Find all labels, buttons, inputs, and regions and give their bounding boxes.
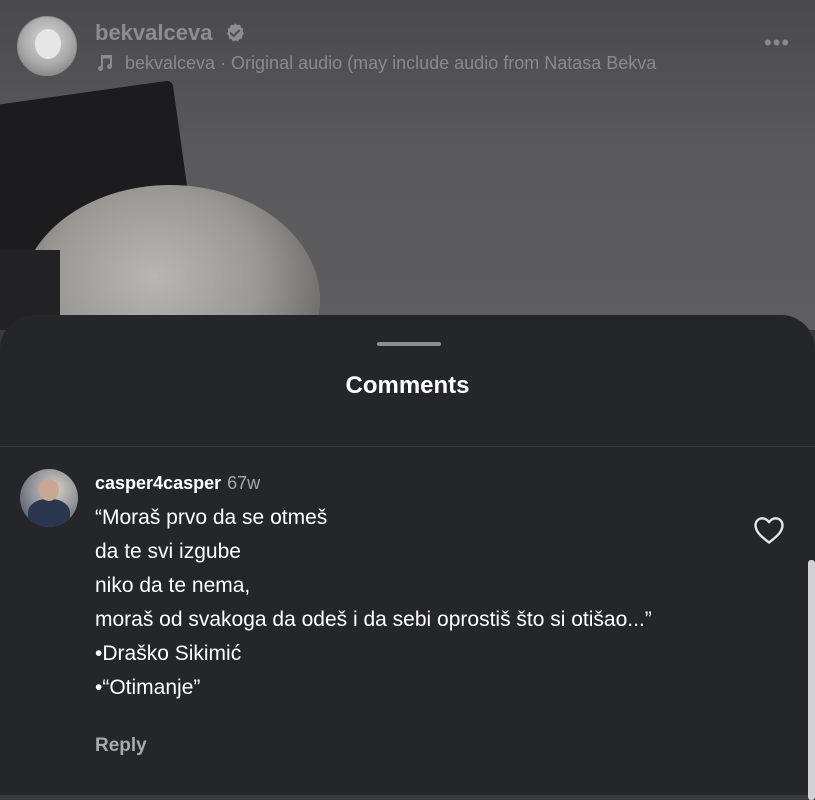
commenter-username[interactable]: casper4casper [95, 473, 221, 493]
verified-badge-icon [226, 23, 245, 42]
audio-text: bekvalceva · Original audio (may include… [125, 53, 657, 73]
profile-avatar[interactable] [17, 16, 77, 76]
comments-sheet: Comments casper4casper 67w “Moraš prvo da… [0, 315, 815, 800]
commenter-avatar[interactable] [20, 469, 78, 527]
comment-line: •Draško Sikimić [95, 642, 242, 665]
divider [0, 446, 815, 447]
sheet-title: Comments [345, 372, 470, 399]
avatar-face [35, 29, 61, 59]
comment-line: moraš od svakoga da odeš i da sebi opros… [95, 608, 652, 631]
sheet-drag-handle[interactable] [377, 342, 441, 346]
scrollbar[interactable] [808, 560, 815, 800]
post-header: bekvalceva bekvalceva · Original audio (… [0, 0, 815, 90]
avatar-shirt [28, 499, 70, 527]
comment-line: niko da te nema, [95, 574, 251, 597]
comment-body: “Moraš prvo da se otmeš da te svi izgube… [95, 502, 655, 706]
heart-icon[interactable] [752, 514, 786, 546]
music-note-icon [98, 55, 112, 71]
comment-line: •“Otimanje” [95, 676, 201, 699]
reply-button[interactable]: Reply [95, 735, 147, 757]
profile-username[interactable]: bekvalceva [95, 20, 212, 46]
more-options-icon[interactable]: ••• [764, 30, 790, 56]
comment-line: “Moraš prvo da se otmeš [95, 506, 328, 529]
comment-line: da te svi izgube [95, 540, 241, 563]
comment-meta: casper4casper 67w [95, 473, 260, 494]
comment-timestamp: 67w [227, 473, 261, 493]
audio-attribution[interactable]: bekvalceva · Original audio (may include… [95, 52, 720, 74]
avatar-head [39, 479, 59, 501]
